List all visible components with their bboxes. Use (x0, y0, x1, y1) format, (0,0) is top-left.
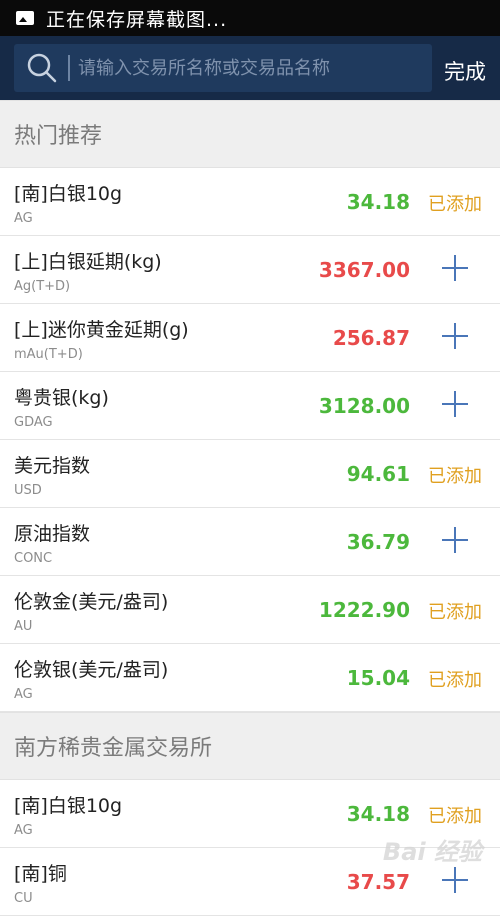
list-item[interactable]: 伦敦金(美元/盎司) AU 1222.90 已添加 (0, 576, 500, 644)
item-price: 94.61 (347, 462, 410, 486)
watermark: Bai 经验 (383, 832, 482, 867)
item-name: [南]白银10g (14, 179, 122, 206)
item-code: AG (14, 211, 33, 226)
item-code: AU (14, 619, 32, 634)
plus-icon[interactable] (442, 527, 468, 553)
added-label: 已添加 (428, 666, 482, 692)
item-code: USD (14, 483, 42, 498)
plus-icon[interactable] (442, 255, 468, 281)
status-text: 正在保存屏幕截图... (46, 5, 227, 32)
item-price: 34.18 (347, 190, 410, 214)
item-code: CONC (14, 551, 52, 566)
item-price: 1222.90 (319, 598, 410, 622)
item-name: 原油指数 (14, 519, 90, 546)
list-item[interactable]: 伦敦银(美元/盎司) AG 15.04 已添加 (0, 644, 500, 712)
plus-icon[interactable] (442, 323, 468, 349)
item-name: 粤贵银(kg) (14, 383, 109, 410)
added-label: 已添加 (428, 462, 482, 488)
item-code: AG (14, 823, 33, 838)
item-price: 3128.00 (319, 394, 410, 418)
section-header-hot: 热门推荐 (0, 100, 500, 168)
search-input[interactable] (68, 55, 432, 81)
item-code: mAu(T+D) (14, 347, 83, 362)
item-code: Ag(T+D) (14, 279, 70, 294)
plus-icon[interactable] (442, 867, 468, 893)
added-label: 已添加 (428, 190, 482, 216)
item-name: [南]白银10g (14, 791, 122, 818)
list-item[interactable]: [南]白银10g AG 34.18 已添加 (0, 168, 500, 236)
item-name: [南]铜 (14, 859, 67, 886)
status-bar: 正在保存屏幕截图... (0, 0, 500, 36)
item-name: 美元指数 (14, 451, 90, 478)
item-price: 36.79 (347, 530, 410, 554)
item-name: [上]白银延期(kg) (14, 247, 162, 274)
item-price: 34.18 (347, 802, 410, 826)
search-box[interactable] (14, 44, 432, 92)
search-icon (24, 50, 60, 86)
list-item[interactable]: [上]白银延期(kg) Ag(T+D) 3367.00 (0, 236, 500, 304)
item-price: 256.87 (333, 326, 410, 350)
done-button[interactable]: 完成 (444, 56, 486, 86)
item-code: GDAG (14, 415, 53, 430)
search-bar: 完成 (0, 36, 500, 100)
list-item[interactable]: 原油指数 CONC 36.79 (0, 508, 500, 576)
section-header-exchange: 南方稀贵金属交易所 (0, 712, 500, 780)
list-item[interactable]: 粤贵银(kg) GDAG 3128.00 (0, 372, 500, 440)
added-label: 已添加 (428, 598, 482, 624)
item-price: 37.57 (347, 870, 410, 894)
plus-icon[interactable] (442, 391, 468, 417)
item-code: AG (14, 687, 33, 702)
item-name: 伦敦银(美元/盎司) (14, 655, 168, 682)
item-name: [上]迷你黄金延期(g) (14, 315, 189, 342)
item-code: CU (14, 891, 33, 906)
item-price: 15.04 (347, 666, 410, 690)
list-item[interactable]: 美元指数 USD 94.61 已添加 (0, 440, 500, 508)
item-price: 3367.00 (319, 258, 410, 282)
added-label: 已添加 (428, 802, 482, 828)
item-name: 伦敦金(美元/盎司) (14, 587, 168, 614)
list-item[interactable]: [上]迷你黄金延期(g) mAu(T+D) 256.87 (0, 304, 500, 372)
image-icon (16, 11, 34, 25)
